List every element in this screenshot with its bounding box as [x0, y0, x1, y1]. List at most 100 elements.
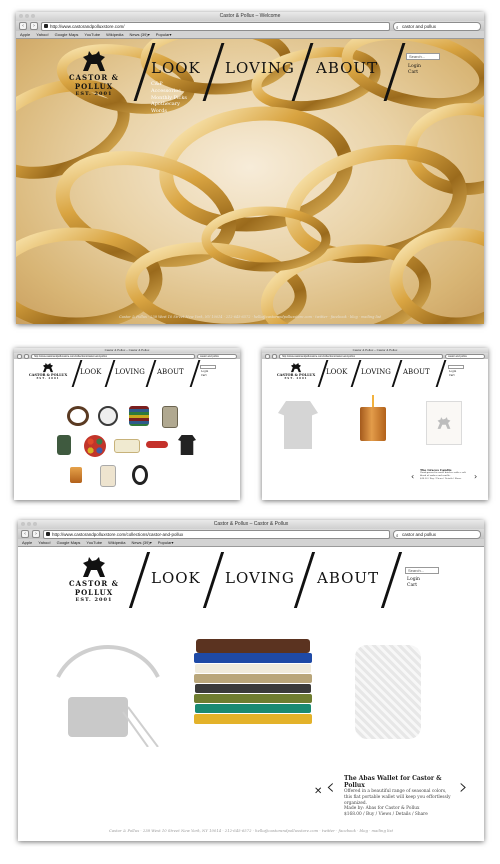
- product-next-ghost[interactable]: [355, 645, 421, 739]
- browser-search-input[interactable]: castor and pollux: [445, 353, 485, 359]
- nav-loving[interactable]: LOVING: [361, 368, 391, 376]
- back-arrow-icon[interactable]: ‹: [19, 22, 27, 30]
- bookmark-item[interactable]: Google Maps: [55, 32, 79, 37]
- submenu-item[interactable]: Monthly Picks: [151, 95, 187, 102]
- address-bar[interactable]: http://www.castorandpolluxstore.com/coll…: [43, 529, 390, 539]
- nav-look[interactable]: LOOK: [80, 368, 101, 376]
- site-search-input[interactable]: [448, 365, 464, 369]
- bookmark-item[interactable]: News (39)▾: [131, 540, 151, 545]
- product-links[interactable]: $168.00 / Buy / Views / Details / Share: [344, 812, 452, 818]
- bookmark-item[interactable]: Wikipedia: [108, 540, 125, 545]
- nav-look[interactable]: LOOK: [151, 569, 201, 587]
- site-page: CASTOR & POLLUX EST. 2001 LOOK LOVING AB…: [262, 359, 488, 500]
- site-search-input[interactable]: [200, 365, 216, 369]
- forward-arrow-icon[interactable]: [272, 353, 277, 359]
- browser-toolbar: ‹ › http://www.castorandpolluxstore.com/…: [18, 529, 484, 539]
- address-bar[interactable]: http://www.castorandpolluxstore.com/: [41, 21, 390, 31]
- nav-divider: [380, 552, 403, 608]
- nav-loving[interactable]: LOVING: [115, 368, 145, 376]
- bookmark-item[interactable]: Popular▾: [158, 540, 174, 545]
- submenu-item[interactable]: Words: [151, 108, 187, 115]
- back-arrow-icon[interactable]: ‹: [21, 530, 29, 538]
- account-links: Login Cart: [201, 370, 208, 377]
- next-arrow-icon[interactable]: ›: [474, 472, 477, 481]
- forward-arrow-icon[interactable]: [24, 353, 29, 359]
- login-link[interactable]: Login: [201, 370, 208, 374]
- horse-logo-icon: [290, 362, 302, 373]
- product-thumb[interactable]: [67, 406, 89, 426]
- product-image-wallet-stack[interactable]: [194, 639, 312, 743]
- bookmark-item[interactable]: YouTube: [84, 32, 100, 37]
- back-arrow-icon[interactable]: [17, 353, 22, 359]
- product-thumb[interactable]: [98, 406, 118, 426]
- window-controls[interactable]: [19, 14, 35, 18]
- product-thumb[interactable]: [100, 465, 116, 487]
- address-bar[interactable]: http://www.castorandpolluxstore.com/coll…: [279, 353, 443, 359]
- nav-loving[interactable]: LOVING: [225, 59, 295, 77]
- forward-arrow-icon[interactable]: ›: [32, 530, 40, 538]
- product-thumb[interactable]: [114, 439, 140, 453]
- brand-logo[interactable]: CASTOR & POLLUX EST. 2001: [54, 49, 134, 97]
- address-bar[interactable]: http://www.castorandpolluxstore.com/coll…: [31, 353, 195, 359]
- product-links[interactable]: $48.00 / Buy / Views / Details / Share: [420, 477, 472, 481]
- brand-est: EST. 2001: [36, 377, 60, 380]
- product-thumb[interactable]: [57, 435, 71, 455]
- site-search-input[interactable]: Search...: [406, 53, 440, 60]
- cart-link[interactable]: Cart: [408, 70, 421, 76]
- product-prev-ghost[interactable]: [278, 401, 318, 449]
- bookmark-item[interactable]: Wikipedia: [106, 32, 123, 37]
- browser-search-input[interactable]: castor and pollux: [197, 353, 237, 359]
- bookmark-item[interactable]: Popular▾: [156, 32, 172, 37]
- site-page: CASTOR & POLLUX EST. 2001 LOOK LOVING AB…: [14, 359, 240, 500]
- brand-logo[interactable]: CASTOR & POLLUX EST. 2001: [54, 555, 134, 603]
- cart-link[interactable]: Cart: [201, 374, 208, 378]
- wallet-layer: [194, 714, 312, 724]
- horse-logo-icon: [83, 51, 105, 71]
- horse-logo-icon: [42, 362, 54, 373]
- nav-about[interactable]: ABOUT: [316, 59, 378, 77]
- bookmark-item[interactable]: YouTube: [86, 540, 102, 545]
- product-thumb[interactable]: [178, 435, 196, 455]
- favicon-icon: [46, 531, 50, 536]
- back-arrow-icon[interactable]: [265, 353, 270, 359]
- nav-divider: [293, 552, 316, 608]
- product-image-candle[interactable]: [360, 395, 386, 441]
- bookmark-item[interactable]: Apple: [20, 32, 30, 37]
- nav-about[interactable]: ABOUT: [317, 569, 379, 587]
- product-thumb[interactable]: [70, 467, 82, 483]
- nav-about[interactable]: ABOUT: [403, 368, 430, 376]
- product-prev-ghost[interactable]: [48, 637, 168, 748]
- product-thumb[interactable]: [146, 441, 168, 448]
- product-thumb[interactable]: [129, 406, 149, 426]
- nav-loving[interactable]: LOVING: [225, 569, 295, 587]
- product-thumb[interactable]: [132, 465, 148, 485]
- nav-about[interactable]: ABOUT: [157, 368, 184, 376]
- bookmark-item[interactable]: Google Maps: [57, 540, 81, 545]
- brand-logo[interactable]: CASTOR & POLLUX EST. 2001: [28, 362, 68, 380]
- login-link[interactable]: Login: [449, 370, 456, 374]
- prev-arrow-icon[interactable]: ‹: [326, 775, 335, 800]
- close-icon[interactable]: ✕: [314, 786, 322, 797]
- product-next-ghost[interactable]: [426, 401, 462, 445]
- brand-logo[interactable]: CASTOR & POLLUX EST. 2001: [276, 362, 316, 380]
- submenu-item[interactable]: C&P: [151, 81, 187, 88]
- product-thumb[interactable]: [162, 406, 178, 428]
- product-thumb[interactable]: [84, 435, 106, 457]
- prev-arrow-icon[interactable]: ‹: [411, 472, 414, 481]
- bookmark-item[interactable]: News (39)▾: [129, 32, 149, 37]
- bookmark-item[interactable]: Apple: [22, 540, 32, 545]
- cart-link[interactable]: Cart: [407, 583, 420, 589]
- bookmark-item[interactable]: Yahoo!: [36, 32, 48, 37]
- nav-look[interactable]: LOOK: [326, 368, 347, 376]
- browser-search-input[interactable]: ⌕ castor and pollux: [393, 529, 481, 539]
- cart-link[interactable]: Cart: [449, 374, 456, 378]
- window-controls[interactable]: [21, 522, 37, 526]
- forward-arrow-icon[interactable]: ›: [30, 22, 38, 30]
- bookmark-item[interactable]: Yahoo!: [38, 540, 50, 545]
- submenu-item[interactable]: Accessories: [151, 88, 187, 95]
- site-search-input[interactable]: Search...: [405, 567, 439, 574]
- nav-look[interactable]: LOOK: [151, 59, 201, 77]
- next-arrow-icon[interactable]: ›: [459, 775, 468, 800]
- submenu-item[interactable]: Apothecary: [151, 101, 187, 108]
- browser-search-input[interactable]: ⌕ castor and pollux: [393, 21, 481, 31]
